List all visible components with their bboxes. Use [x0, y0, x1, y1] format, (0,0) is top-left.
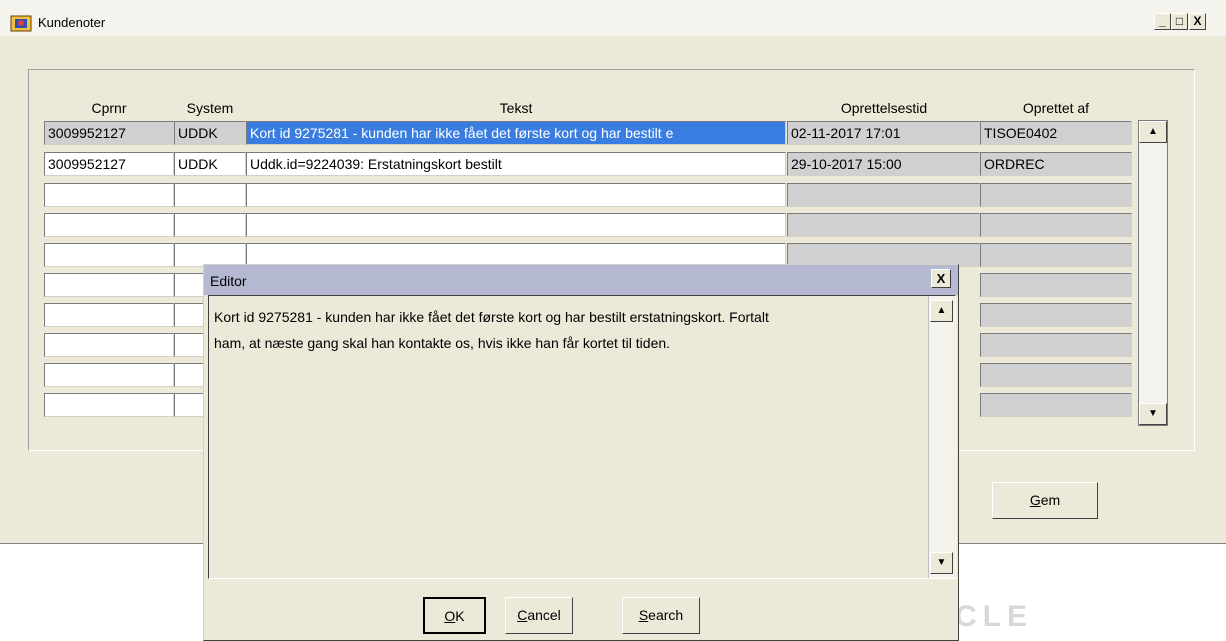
editor-text[interactable]: Kort id 9275281 - kunden har ikke fået d… — [214, 304, 924, 356]
table-cell-tekst[interactable]: Kort id 9275281 - kunden har ikke fået d… — [246, 121, 786, 145]
editor-scrollbar[interactable]: ▲ ▼ — [928, 296, 954, 578]
table-cell-empty[interactable] — [980, 363, 1132, 387]
search-label: earch — [648, 607, 684, 623]
maximize-button[interactable]: □ — [1171, 13, 1188, 30]
ok-mnemonic: O — [444, 608, 456, 624]
table-cell-empty[interactable] — [174, 333, 204, 357]
table-cell-oprettet-af[interactable]: ORDREC — [980, 152, 1132, 176]
table-cell-tekst[interactable]: Uddk.id=9224039: Erstatningskort bestilt — [246, 152, 786, 176]
table-cell-empty[interactable] — [980, 303, 1132, 327]
table-cell-oprettelsestid[interactable]: 02-11-2017 17:01 — [787, 121, 980, 145]
editor-title-bar: Editor X — [204, 265, 958, 295]
table-cell-empty[interactable] — [174, 393, 204, 417]
close-button[interactable]: X — [1189, 13, 1206, 30]
gem-mnemonic: G — [1029, 492, 1041, 508]
editor-dialog: Editor X Kort id 9275281 - kunden har ik… — [203, 264, 959, 641]
cancel-button[interactable]: Cancel — [505, 597, 573, 634]
table-cell-empty[interactable] — [980, 183, 1132, 207]
table-cell-oprettelsestid[interactable]: 29-10-2017 15:00 — [787, 152, 980, 176]
scroll-up-icon[interactable]: ▲ — [930, 300, 953, 322]
table-cell-empty[interactable] — [174, 273, 204, 297]
table-cell-system[interactable]: UDDK — [174, 121, 246, 145]
table-cell-empty[interactable] — [980, 273, 1132, 297]
table-cell-oprettet-af[interactable]: TISOE0402 — [980, 121, 1132, 145]
editor-text-line: Kort id 9275281 - kunden har ikke fået d… — [214, 309, 769, 325]
scroll-up-icon[interactable]: ▲ — [1139, 121, 1167, 143]
table-cell-empty[interactable] — [44, 333, 174, 357]
editor-close-button[interactable]: X — [931, 269, 951, 288]
table-cell-empty[interactable] — [174, 303, 204, 327]
title-bar: Kundenoter _ □ X — [0, 0, 1226, 36]
editor-textarea[interactable]: Kort id 9275281 - kunden har ikke fået d… — [208, 295, 956, 579]
table-cell-empty[interactable] — [980, 393, 1132, 417]
oracle-logo: CLE — [955, 600, 1033, 633]
header-tekst: Tekst — [499, 100, 533, 116]
scroll-down-icon[interactable]: ▼ — [930, 552, 953, 574]
cancel-mnemonic: C — [517, 607, 528, 623]
gem-label: em — [1040, 492, 1061, 508]
window-title: Kundenoter — [38, 15, 106, 30]
table-cell-empty[interactable] — [44, 183, 174, 207]
table-cell-empty[interactable] — [44, 303, 174, 327]
cancel-label: ancel — [527, 607, 561, 623]
table-cell-empty[interactable] — [174, 363, 204, 387]
gem-button[interactable]: Gem — [992, 482, 1098, 519]
ok-label: K — [455, 608, 465, 624]
header-oprettet-af: Oprettet af — [1022, 100, 1090, 116]
header-cprnr: Cprnr — [91, 100, 127, 116]
table-cell-empty[interactable] — [174, 213, 246, 237]
table-cell-empty[interactable] — [44, 273, 174, 297]
table-cell-empty[interactable] — [246, 183, 786, 207]
table-cell-system[interactable]: UDDK — [174, 152, 246, 176]
minimize-button[interactable]: _ — [1154, 13, 1171, 30]
table-cell-empty[interactable] — [44, 393, 174, 417]
table-cell-empty[interactable] — [980, 213, 1132, 237]
scroll-down-icon[interactable]: ▼ — [1139, 403, 1167, 425]
search-button[interactable]: Search — [622, 597, 700, 634]
table-cell-empty[interactable] — [44, 213, 174, 237]
table-cell-cprnr[interactable]: 3009952127 — [44, 152, 174, 176]
table-cell-empty[interactable] — [174, 183, 246, 207]
header-oprettelsestid: Oprettelsestid — [840, 100, 928, 116]
search-mnemonic: S — [638, 607, 649, 623]
app-icon — [10, 15, 32, 32]
table-cell-empty[interactable] — [787, 183, 980, 207]
table-cell-empty[interactable] — [787, 213, 980, 237]
editor-title: Editor — [210, 273, 247, 289]
table-cell-empty[interactable] — [246, 213, 786, 237]
editor-text-line: ham, at næste gang skal han kontakte os,… — [214, 335, 671, 351]
ok-button[interactable]: OK — [423, 597, 486, 634]
table-cell-empty[interactable] — [44, 363, 174, 387]
table-cell-cprnr[interactable]: 3009952127 — [44, 121, 174, 145]
table-cell-empty[interactable] — [980, 243, 1132, 267]
table-cell-empty[interactable] — [44, 243, 174, 267]
header-system: System — [186, 100, 234, 116]
table-scrollbar[interactable]: ▲ ▼ — [1138, 120, 1168, 426]
table-cell-empty[interactable] — [980, 333, 1132, 357]
